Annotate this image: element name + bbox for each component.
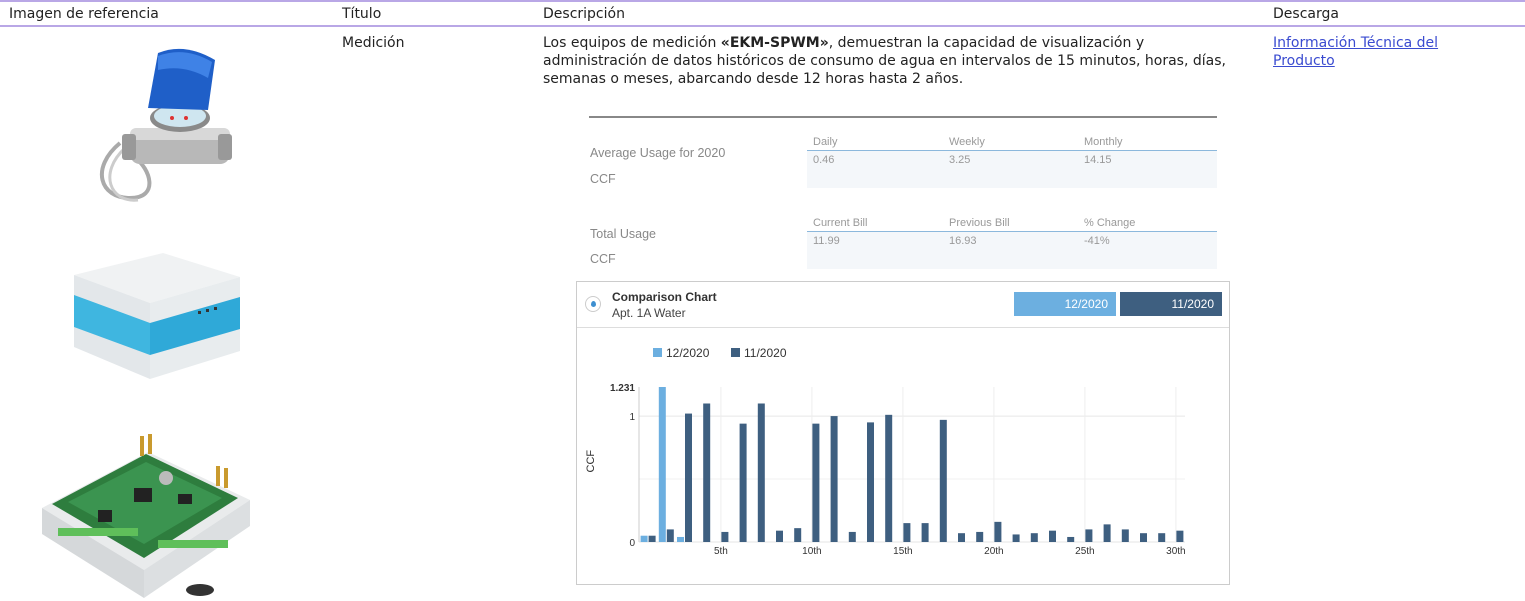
total-usage-label: Total Usage	[590, 227, 657, 241]
bar-12-2020-day-1	[640, 535, 648, 542]
y-tick-label: 1.231	[610, 383, 635, 394]
bar-11-2020-day-1	[648, 535, 656, 542]
legend-label-11-2020: 11/2020	[744, 346, 787, 360]
bar-11-2020-day-30	[1176, 530, 1184, 542]
bar-11-2020-day-18	[958, 533, 965, 542]
period-toggle-12-2020[interactable]: 12/2020	[1014, 292, 1116, 316]
total-usage-block: Total Usage CCF Current Bill Previous Bi…	[589, 198, 1217, 278]
x-tick-label: 30th	[1166, 546, 1185, 557]
column-header-description: Descripción	[543, 6, 625, 22]
x-tick-label: 15th	[893, 546, 912, 557]
chart-panel-subtitle: Apt. 1A Water	[612, 306, 686, 320]
row-title: Medición	[342, 35, 405, 51]
bar-11-2020-day-26	[1103, 524, 1111, 542]
col-weekly: Weekly	[949, 136, 985, 148]
bar-11-2020-day-7	[757, 403, 765, 542]
bar-11-2020-day-3	[685, 413, 692, 542]
bar-11-2020-day-29	[1158, 533, 1166, 542]
column-header-title: Título	[342, 6, 382, 22]
bar-11-2020-day-22	[1030, 533, 1038, 542]
bar-11-2020-day-13	[867, 422, 874, 542]
bar-11-2020-day-21	[1012, 534, 1020, 542]
average-usage-label: Average Usage for 2020	[590, 146, 726, 160]
bar-11-2020-day-9	[794, 528, 802, 542]
x-tick-label: 5th	[714, 546, 728, 557]
table-header: Imagen de referencia Título Descripción …	[0, 0, 1525, 27]
comparison-chart-panel: Comparison Chart Apt. 1A Water 12/2020 1…	[576, 281, 1230, 585]
bar-11-2020-day-17	[939, 419, 947, 542]
col-monthly: Monthly	[1084, 136, 1123, 148]
col-percent-change: % Change	[1084, 217, 1136, 229]
value-previous-bill: 16.93	[949, 235, 977, 247]
bar-11-2020-day-6	[739, 423, 747, 542]
bar-11-2020-day-4	[703, 403, 711, 542]
bar-11-2020-day-25	[1085, 529, 1093, 542]
water-meter-image	[90, 48, 240, 220]
average-usage-table: Daily Weekly Monthly 0.46 3.25 14.15	[807, 134, 1217, 188]
bar-11-2020-day-12	[848, 531, 856, 542]
value-daily: 0.46	[813, 154, 835, 166]
value-weekly: 3.25	[949, 154, 971, 166]
technical-info-link[interactable]: Información Técnica del Producto	[1273, 34, 1493, 70]
bar-11-2020-day-28	[1140, 533, 1147, 542]
enclosure-box-image	[68, 247, 244, 389]
bar-11-2020-day-20	[994, 521, 1002, 542]
bar-11-2020-day-27	[1121, 529, 1129, 542]
bar-11-2020-day-14	[885, 414, 893, 542]
bar-11-2020-day-11	[830, 416, 838, 542]
description-prefix: Los equipos de medición	[543, 35, 721, 51]
average-usage-block: Average Usage for 2020 CCF Daily Weekly …	[589, 118, 1217, 198]
total-usage-unit: CCF	[590, 252, 616, 266]
x-tick-label: 10th	[802, 546, 821, 557]
col-current-bill: Current Bill	[813, 217, 868, 229]
col-daily: Daily	[813, 136, 838, 148]
legend-swatch-12-2020	[653, 348, 662, 357]
chart-panel-header: Comparison Chart Apt. 1A Water 12/2020 1…	[577, 282, 1229, 328]
bar-11-2020-day-8	[776, 530, 783, 542]
bar-11-2020-day-15	[903, 523, 911, 542]
legend-swatch-11-2020	[731, 348, 740, 357]
y-axis-label: CCF	[585, 450, 597, 473]
y-tick-label: 1	[629, 412, 635, 423]
usage-summary: Average Usage for 2020 CCF Daily Weekly …	[589, 116, 1217, 278]
row-description: Los equipos de medición «EKM-SPWM», demu…	[543, 34, 1233, 88]
water-drop-icon	[585, 296, 601, 312]
value-monthly: 14.15	[1084, 154, 1112, 166]
bar-12-2020-day-3	[677, 536, 684, 542]
x-tick-label: 25th	[1075, 546, 1094, 557]
chart-panel-title: Comparison Chart	[612, 290, 717, 304]
y-tick-label: 0	[629, 538, 635, 549]
circuit-board-image	[38, 430, 254, 601]
bar-11-2020-day-10	[812, 423, 820, 542]
average-usage-unit: CCF	[590, 172, 616, 186]
period-toggle-11-2020[interactable]: 11/2020	[1120, 292, 1222, 316]
x-tick-label: 20th	[984, 546, 1003, 557]
bar-11-2020-day-19	[976, 531, 984, 542]
bar-11-2020-day-16	[921, 523, 929, 542]
column-header-image: Imagen de referencia	[9, 6, 159, 22]
usage-bar-chart: 12/2020 11/2020 0 1 1.231 CCF 5th 10th 15th 20th 2…	[585, 346, 1186, 557]
value-percent-change: -41%	[1084, 235, 1110, 247]
total-usage-header-row: Current Bill Previous Bill % Change	[807, 215, 1217, 232]
legend-label-12-2020: 12/2020	[666, 346, 710, 360]
bar-11-2020-day-2	[666, 529, 674, 542]
value-current-bill: 11.99	[813, 235, 840, 247]
total-usage-table: Current Bill Previous Bill % Change 11.9…	[807, 215, 1217, 269]
average-usage-header-row: Daily Weekly Monthly	[807, 134, 1217, 151]
column-header-download: Descarga	[1273, 6, 1339, 22]
product-model: «EKM-SPWM»	[720, 35, 829, 51]
col-previous-bill: Previous Bill	[949, 217, 1010, 229]
bar-12-2020-day-2	[658, 387, 666, 542]
bar-11-2020-day-23	[1049, 530, 1056, 542]
bar-11-2020-day-24	[1067, 536, 1075, 542]
bar-11-2020-day-5	[721, 531, 729, 542]
